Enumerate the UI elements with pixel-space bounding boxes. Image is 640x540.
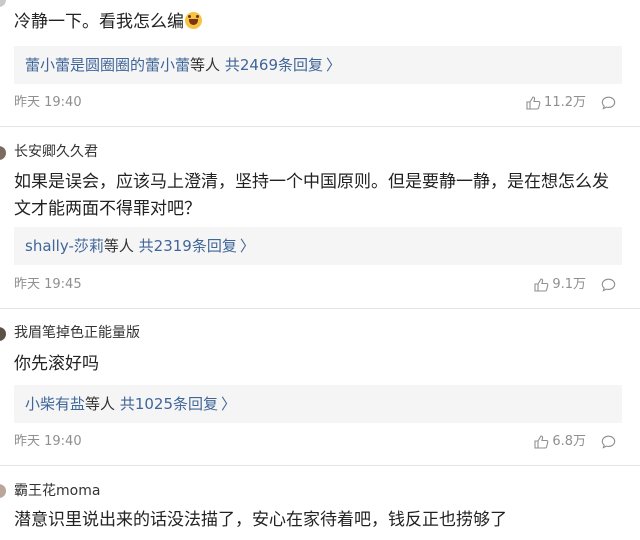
divider xyxy=(0,465,640,466)
like-button[interactable]: 11.2万 xyxy=(526,95,586,111)
chevron-right-icon: 〉 xyxy=(221,395,237,413)
avatar[interactable] xyxy=(0,146,6,160)
like-count: 11.2万 xyxy=(544,95,586,110)
comment-time: 昨天 19:45 xyxy=(14,277,82,292)
reply-suffix: 等人 xyxy=(85,395,116,413)
divider xyxy=(0,126,640,127)
comment-bubble-icon[interactable] xyxy=(601,96,616,110)
comment-text: 冷静一下。看我怎么编 xyxy=(14,9,610,36)
like-button[interactable]: 9.1万 xyxy=(534,277,586,293)
comment-time: 昨天 19:40 xyxy=(14,95,82,110)
reply-suffix: 等人 xyxy=(103,237,134,255)
avatar[interactable] xyxy=(0,0,6,7)
like-count: 9.1万 xyxy=(552,277,586,292)
like-count: 6.8万 xyxy=(552,434,586,449)
reply-count-link[interactable]: 共2319条回复 xyxy=(139,237,237,255)
like-button[interactable]: 6.8万 xyxy=(534,434,586,450)
reply-suffix: 等人 xyxy=(190,56,221,74)
reply-summary[interactable]: 蕾小蕾是圆圈圈的蕾小蕾等人 共2469条回复 〉 xyxy=(14,46,622,84)
comment-author[interactable]: 长安卿久久君 xyxy=(14,143,98,161)
comment-author[interactable]: 霸王花moma xyxy=(14,482,100,500)
chevron-right-icon: 〉 xyxy=(239,237,255,255)
comment-time: 昨天 19:40 xyxy=(14,434,82,449)
reply-author-link[interactable]: 小柴有盐 xyxy=(25,395,85,413)
avatar[interactable] xyxy=(0,327,6,341)
comment-bubble-icon[interactable] xyxy=(601,278,616,292)
reply-summary[interactable]: 小柴有盐等人 共1025条回复 〉 xyxy=(14,385,622,423)
laughing-emoji-icon xyxy=(185,12,202,29)
reply-author-link[interactable]: 蕾小蕾是圆圈圈的蕾小蕾 xyxy=(25,56,190,74)
reply-count-link[interactable]: 共2469条回复 xyxy=(225,56,323,74)
chevron-right-icon: 〉 xyxy=(326,56,342,74)
comment-bubble-icon[interactable] xyxy=(601,435,616,449)
thumbs-up-icon xyxy=(534,435,549,449)
reply-summary[interactable]: shally-莎莉等人 共2319条回复 〉 xyxy=(14,227,622,265)
comment-text: 你先滚好吗 xyxy=(14,354,99,374)
reply-count-link[interactable]: 共1025条回复 xyxy=(120,395,218,413)
comment-feed: 冷静一下。看我怎么编 蕾小蕾是圆圈圈的蕾小蕾等人 共2469条回复 〉 昨天 19… xyxy=(0,0,640,540)
comment-author[interactable]: 我眉笔掉色正能量版 xyxy=(14,324,140,342)
avatar[interactable] xyxy=(0,484,6,498)
thumbs-up-icon xyxy=(526,96,541,110)
reply-author-link[interactable]: shally-莎莉 xyxy=(25,237,104,255)
thumbs-up-icon xyxy=(534,278,549,292)
divider xyxy=(0,308,640,309)
comment-text: 潜意识里说出来的话没法描了，安心在家待着吧，钱反正也捞够了 xyxy=(14,510,507,530)
comment-text: 如果是误会，应该马上澄清，坚持一个中国原则。但是要静一静，是在想怎么发文才能两面… xyxy=(14,172,609,219)
